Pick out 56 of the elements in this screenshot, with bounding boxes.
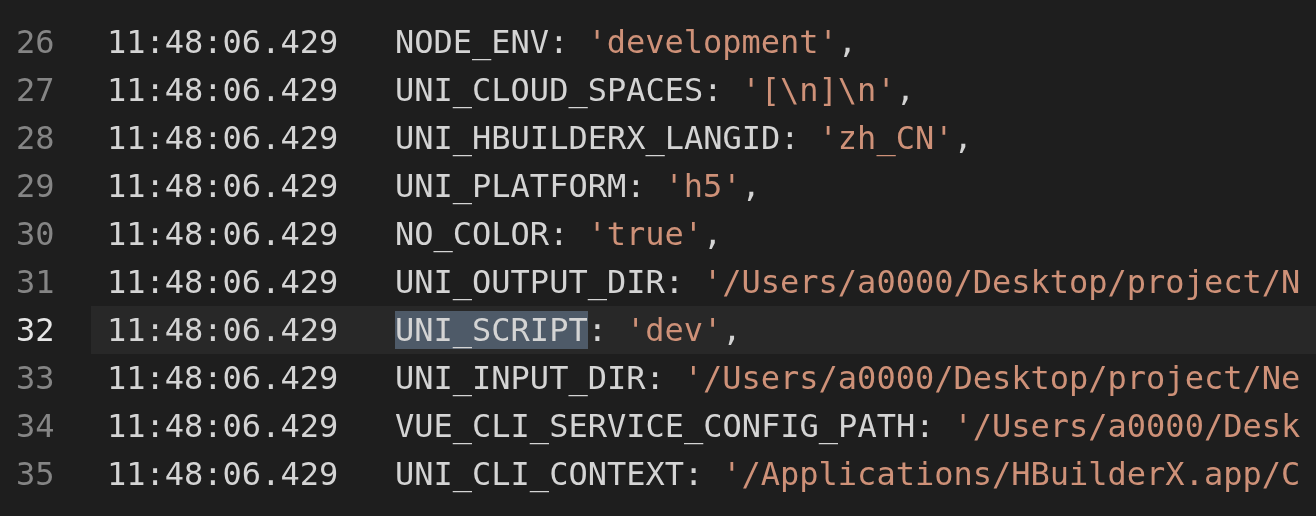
line-number: 32 — [15, 311, 56, 349]
colon: : — [645, 359, 665, 397]
string-value: 'true' — [587, 215, 703, 253]
timestamp: 11:48:06.429 — [107, 167, 340, 205]
line-number: 28 — [15, 119, 56, 157]
line-number: 30 — [15, 215, 56, 253]
line-number: 27 — [15, 71, 56, 109]
timestamp: 11:48:06.429 — [107, 359, 340, 397]
log-key: UNI_SCRIPT — [395, 311, 588, 349]
log-key: UNI_CLI_CONTEXT — [395, 455, 684, 493]
log-key: UNI_OUTPUT_DIR — [395, 263, 665, 301]
string-value: 'h5' — [664, 167, 742, 205]
log-key: UNI_HBUILDERX_LANGID — [395, 119, 781, 157]
colon: : — [684, 455, 704, 493]
timestamp: 11:48:06.429 — [107, 215, 340, 253]
timestamp: 11:48:06.429 — [107, 119, 340, 157]
line-number: 26 — [15, 23, 56, 61]
log-key: UNI_PLATFORM — [395, 167, 627, 205]
string-value: '/Users/a0000/Desktop/project/N — [703, 263, 1301, 301]
timestamp: 11:48:06.429 — [107, 23, 340, 61]
colon: : — [664, 263, 684, 301]
string-value: 'zh_CN' — [818, 119, 954, 157]
string-value: 'dev' — [625, 311, 723, 349]
timestamp: 11:48:06.429 — [107, 455, 340, 493]
comma: , — [895, 71, 915, 109]
comma: , — [703, 215, 723, 253]
string-value: '/Applications/HBuilderX.app/C — [722, 455, 1301, 493]
line-number: 34 — [15, 407, 56, 445]
colon: : — [549, 23, 569, 61]
comma: , — [837, 23, 858, 61]
line-number: 35 — [15, 455, 56, 493]
colon: : — [780, 119, 800, 157]
timestamp: 11:48:06.429 — [107, 263, 340, 301]
timestamp: 11:48:06.429 — [107, 311, 340, 349]
line-number: 33 — [15, 359, 56, 397]
colon: : — [703, 71, 723, 109]
log-key: NO_COLOR — [395, 215, 550, 253]
colon: : — [915, 407, 935, 445]
string-value: 'development' — [587, 23, 838, 61]
line-number: 29 — [15, 167, 56, 205]
timestamp: 11:48:06.429 — [107, 71, 340, 109]
log-key: UNI_CLOUD_SPACES — [395, 71, 704, 109]
colon: : — [626, 167, 646, 205]
comma: , — [741, 167, 761, 205]
log-key: VUE_CLI_SERVICE_CONFIG_PATH — [395, 407, 916, 445]
string-value: '/Users/a0000/Desktop/project/Ne — [683, 359, 1301, 397]
log-key: NODE_ENV — [395, 23, 550, 61]
string-value: '/Users/a0000/Desk — [953, 407, 1301, 445]
colon: : — [549, 215, 569, 253]
line-number: 31 — [15, 263, 56, 301]
timestamp: 11:48:06.429 — [107, 407, 340, 445]
comma: , — [722, 311, 742, 349]
log-key: UNI_INPUT_DIR — [395, 359, 646, 397]
string-value: '[\n]\n' — [741, 71, 896, 109]
colon: : — [587, 311, 607, 349]
comma: , — [953, 119, 973, 157]
